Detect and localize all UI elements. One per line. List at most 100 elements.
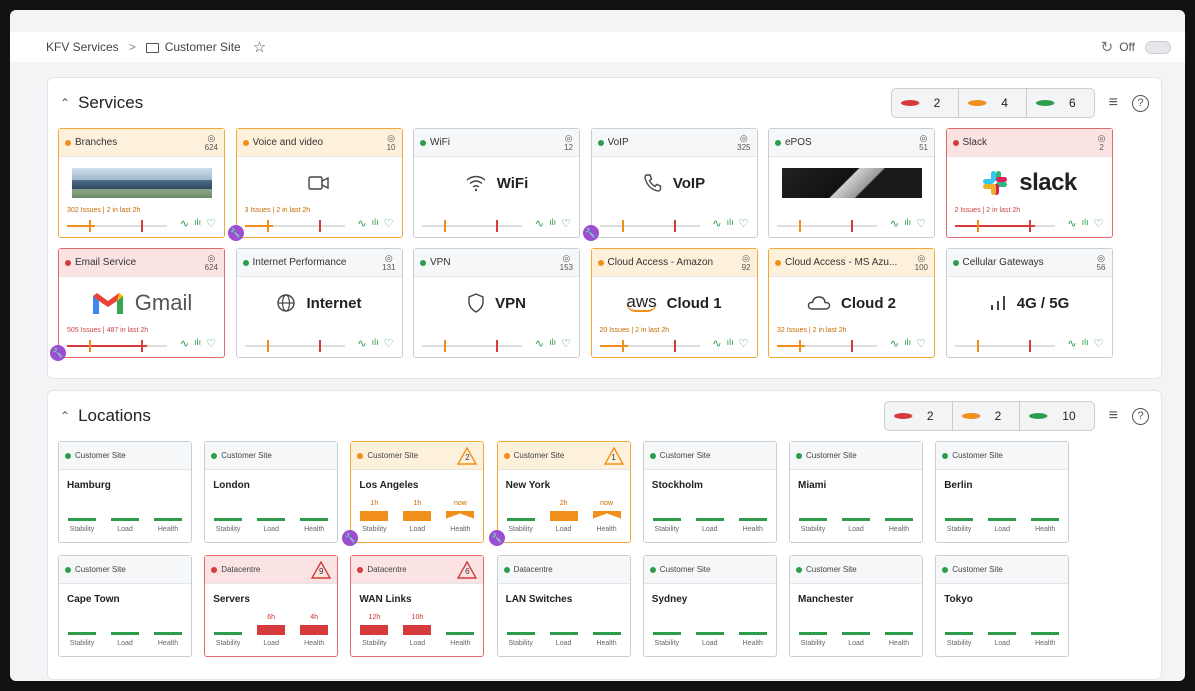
- service-card[interactable]: WiFi ◎ 12 WiFi ∿ ılı ♡: [413, 128, 580, 238]
- heart-icon[interactable]: ♡: [384, 337, 394, 350]
- bar-chart-icon[interactable]: ılı: [727, 337, 734, 350]
- service-card[interactable]: Cloud Access - MS Azu... ◎ 100 Cloud 2 32 Is…: [768, 248, 935, 358]
- metric-health[interactable]: Health: [297, 500, 331, 533]
- service-card[interactable]: Internet Performance ◎ 131 Internet ∿ ılı ♡: [235, 248, 403, 358]
- service-card[interactable]: Branches ◎ 624 302 Issues | 2 in last 2h ∿ ıl…: [58, 128, 225, 238]
- heart-icon[interactable]: ♡: [384, 217, 394, 230]
- metric-stability[interactable]: Stability: [211, 500, 245, 533]
- locations-status-counts[interactable]: 2 2 10: [883, 401, 1095, 431]
- locations-title[interactable]: ⌃ Locations: [60, 406, 151, 426]
- heart-icon[interactable]: ♡: [1094, 337, 1104, 350]
- bar-chart-icon[interactable]: ılı: [904, 337, 911, 350]
- metric-health[interactable]: Health: [443, 614, 477, 647]
- pulse-icon[interactable]: ∿: [357, 337, 366, 350]
- metric-load[interactable]: 2h Load: [547, 500, 581, 533]
- bar-chart-icon[interactable]: ılı: [904, 217, 911, 230]
- bar-chart-icon[interactable]: ılı: [194, 217, 201, 230]
- metric-stability[interactable]: Stability: [796, 614, 830, 647]
- auto-refresh-toggle[interactable]: [1145, 40, 1171, 54]
- help-icon[interactable]: ?: [1132, 407, 1149, 425]
- bar-chart-icon[interactable]: ılı: [372, 337, 379, 350]
- location-card[interactable]: Customer Site Berlin Stability Load Health: [935, 441, 1070, 543]
- chevron-up-icon[interactable]: ⌃: [60, 409, 70, 423]
- heart-icon[interactable]: ♡: [739, 217, 749, 230]
- pulse-icon[interactable]: ∿: [890, 337, 899, 350]
- bar-chart-icon[interactable]: ılı: [549, 337, 556, 350]
- alert-triangle-icon[interactable]: 9: [311, 560, 332, 579]
- status-count-0[interactable]: 2: [892, 89, 960, 117]
- metric-stability[interactable]: Stability: [65, 614, 99, 647]
- metric-stability[interactable]: 1h Stability: [357, 500, 391, 533]
- location-card[interactable]: Customer Site Hamburg Stability Load Health: [58, 441, 192, 543]
- service-card[interactable]: Cloud Access - Amazon ◎ 92 aws Cloud 1 20 Iss…: [590, 248, 758, 358]
- chevron-up-icon[interactable]: ⌃: [60, 96, 70, 110]
- location-card[interactable]: Datacentre LAN Switches Stability Load Healt…: [496, 555, 631, 657]
- location-card[interactable]: Customer Site Cape Town Stability Load Healt…: [58, 555, 192, 657]
- maintenance-wrench-icon[interactable]: 🔧: [582, 225, 599, 241]
- service-card[interactable]: VPN ◎ 153 VPN ∿ ılı ♡: [413, 248, 580, 358]
- metric-load[interactable]: Load: [839, 500, 873, 533]
- refresh-icon[interactable]: ↻: [1101, 38, 1114, 56]
- metric-load[interactable]: Load: [693, 500, 727, 533]
- metric-load[interactable]: Load: [693, 614, 727, 647]
- metric-load[interactable]: Load: [839, 614, 873, 647]
- pulse-icon[interactable]: ∿: [1067, 337, 1076, 350]
- bar-chart-icon[interactable]: ılı: [727, 217, 734, 230]
- alert-triangle-icon[interactable]: 1: [603, 446, 624, 465]
- metric-stability[interactable]: Stability: [65, 500, 99, 533]
- metric-stability[interactable]: 12h Stability: [357, 614, 391, 647]
- metric-load[interactable]: Load: [547, 614, 581, 647]
- service-card[interactable]: Slack ◎ 2 slack 2 Issues | 2 in last 2h ∿ ılı ♡: [945, 128, 1113, 238]
- help-icon[interactable]: ?: [1132, 94, 1149, 112]
- metric-health[interactable]: Health: [882, 614, 916, 647]
- metric-load[interactable]: 6h Load: [254, 614, 288, 647]
- pulse-icon[interactable]: ∿: [1067, 217, 1076, 230]
- bar-chart-icon[interactable]: ılı: [1082, 337, 1089, 350]
- metric-health[interactable]: Health: [1028, 614, 1062, 647]
- metric-load[interactable]: Load: [108, 500, 142, 533]
- maintenance-wrench-icon[interactable]: 🔧: [342, 530, 359, 546]
- services-status-counts[interactable]: 2 4 6: [890, 88, 1095, 118]
- location-card[interactable]: Customer Site London Stability Load Health: [204, 441, 339, 543]
- alert-triangle-icon[interactable]: 6: [457, 560, 478, 579]
- metric-health[interactable]: 4h Health: [297, 614, 331, 647]
- pulse-icon[interactable]: ∿: [535, 217, 544, 230]
- filter-icon[interactable]: ≡: [1109, 407, 1118, 425]
- status-count-2[interactable]: 10: [1020, 402, 1093, 430]
- location-card[interactable]: Customer Site Sydney Stability Load Health: [642, 555, 777, 657]
- location-card[interactable]: Customer Site Manchester Stability Load Heal…: [789, 555, 923, 657]
- metric-health[interactable]: Health: [736, 614, 770, 647]
- services-title[interactable]: ⌃ Services: [60, 93, 143, 113]
- metric-stability[interactable]: Stability: [942, 500, 976, 533]
- heart-icon[interactable]: ♡: [739, 337, 749, 350]
- metric-stability[interactable]: Stability: [504, 500, 538, 533]
- maintenance-wrench-icon[interactable]: 🔧: [227, 225, 244, 241]
- heart-icon[interactable]: ♡: [561, 337, 571, 350]
- metric-health[interactable]: Health: [151, 500, 185, 533]
- metric-load[interactable]: Load: [108, 614, 142, 647]
- service-card[interactable]: Email Service ◎ 624 Gmail 505 Issues | 487 i…: [58, 248, 225, 358]
- favorite-star-icon[interactable]: ☆: [253, 38, 266, 56]
- pulse-icon[interactable]: ∿: [357, 217, 366, 230]
- location-card[interactable]: Customer Site Stockholm Stability Load Healt…: [642, 441, 777, 543]
- status-count-2[interactable]: 6: [1027, 89, 1094, 117]
- metric-load[interactable]: 1h Load: [400, 500, 434, 533]
- heart-icon[interactable]: ♡: [206, 217, 216, 230]
- location-card[interactable]: Customer Site Tokyo Stability Load Health: [935, 555, 1070, 657]
- metric-health[interactable]: Health: [882, 500, 916, 533]
- location-card[interactable]: Customer Site 2 Los Angeles 1h Stability 1h Lo…: [350, 441, 485, 543]
- location-card[interactable]: Datacentre 6 WAN Links 12h Stability 10h Load H…: [350, 555, 485, 657]
- heart-icon[interactable]: ♡: [206, 337, 216, 350]
- status-count-1[interactable]: 4: [959, 89, 1027, 117]
- pulse-icon[interactable]: ∿: [712, 217, 721, 230]
- metric-load[interactable]: Load: [985, 500, 1019, 533]
- metric-health[interactable]: Health: [736, 500, 770, 533]
- pulse-icon[interactable]: ∿: [712, 337, 721, 350]
- heart-icon[interactable]: ♡: [1094, 217, 1104, 230]
- bar-chart-icon[interactable]: ılı: [372, 217, 379, 230]
- service-card[interactable]: ePOS ◎ 51 ∿ ılı ♡: [768, 128, 935, 238]
- bar-chart-icon[interactable]: ılı: [549, 217, 556, 230]
- pulse-icon[interactable]: ∿: [535, 337, 544, 350]
- bar-chart-icon[interactable]: ılı: [1082, 217, 1089, 230]
- maintenance-wrench-icon[interactable]: 🔧: [50, 345, 66, 361]
